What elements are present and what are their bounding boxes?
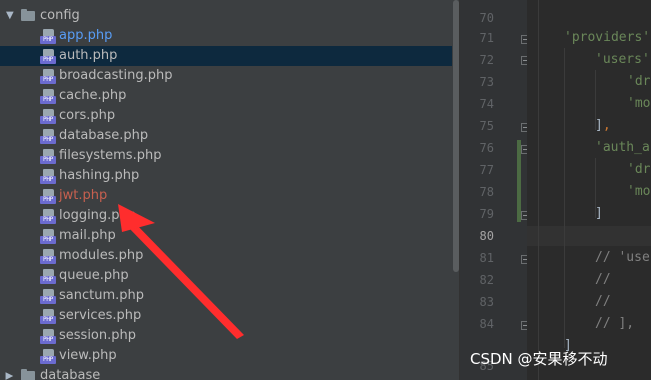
line-number: 81 bbox=[479, 251, 494, 265]
project-tree-panel: ▼ config PHP app.php PHP auth.php PHP br… bbox=[0, 0, 452, 380]
tree-file-cache[interactable]: PHP cache.php bbox=[0, 86, 452, 106]
file-label: jwt.php bbox=[59, 188, 108, 203]
file-label: app.php bbox=[59, 28, 113, 43]
code-line-74: 'mo bbox=[627, 96, 651, 111]
line-number: 83 bbox=[479, 295, 494, 309]
code-line-76: 'auth_a bbox=[595, 140, 650, 155]
code-line-71: 'providers' = bbox=[564, 30, 651, 45]
php-file-icon: PHP bbox=[40, 89, 56, 104]
code-line-75: ], bbox=[595, 118, 611, 133]
tree-file-logging[interactable]: PHP logging.php bbox=[0, 206, 452, 226]
php-file-icon: PHP bbox=[40, 349, 56, 364]
line-number: 75 bbox=[479, 119, 494, 133]
tree-file-modules[interactable]: PHP modules.php bbox=[0, 246, 452, 266]
tree-file-auth[interactable]: PHP auth.php bbox=[0, 46, 452, 66]
php-file-icon: PHP bbox=[40, 49, 56, 64]
code-line-73: 'dr bbox=[627, 74, 651, 89]
php-file-icon: PHP bbox=[40, 129, 56, 144]
tree-folder-database[interactable]: ▼ database bbox=[0, 366, 452, 380]
line-number: 76 bbox=[479, 141, 494, 155]
tree-file-hashing[interactable]: PHP hashing.php bbox=[0, 166, 452, 186]
line-number: 79 bbox=[479, 207, 494, 221]
indent-guide bbox=[538, 0, 539, 380]
tree-file-view[interactable]: PHP view.php bbox=[0, 346, 452, 366]
file-label: database.php bbox=[59, 128, 149, 143]
file-label: view.php bbox=[59, 348, 117, 363]
file-label: services.php bbox=[59, 308, 142, 323]
line-number: 72 bbox=[479, 53, 494, 67]
php-file-icon: PHP bbox=[40, 189, 56, 204]
file-label: auth.php bbox=[59, 48, 118, 63]
tree-file-broadcasting[interactable]: PHP broadcasting.php bbox=[0, 66, 452, 86]
php-file-icon: PHP bbox=[40, 209, 56, 224]
code-line-77: 'dr bbox=[627, 162, 651, 177]
current-line-highlight bbox=[527, 226, 651, 246]
file-label: hashing.php bbox=[59, 168, 140, 183]
tree-file-session[interactable]: PHP session.php bbox=[0, 326, 452, 346]
tree-file-database[interactable]: PHP database.php bbox=[0, 126, 452, 146]
tree-file-app[interactable]: PHP app.php bbox=[0, 26, 452, 46]
php-file-icon: PHP bbox=[40, 229, 56, 244]
file-label: filesystems.php bbox=[59, 148, 162, 163]
code-line-78: 'mo bbox=[627, 184, 651, 199]
watermark: CSDN @安果移不动 bbox=[470, 350, 608, 368]
code-line-79: ] bbox=[595, 206, 603, 221]
php-file-icon: PHP bbox=[40, 249, 56, 264]
php-file-icon: PHP bbox=[40, 289, 56, 304]
php-file-icon: PHP bbox=[40, 269, 56, 284]
line-number: 82 bbox=[479, 273, 494, 287]
php-file-icon: PHP bbox=[40, 149, 56, 164]
file-label: broadcasting.php bbox=[59, 68, 173, 83]
chevron-right-icon[interactable]: ▼ bbox=[0, 372, 20, 380]
folder-icon bbox=[21, 9, 35, 21]
code-line-81: // 'use bbox=[595, 250, 650, 265]
file-label: cors.php bbox=[59, 108, 116, 123]
tree-file-services[interactable]: PHP services.php bbox=[0, 306, 452, 326]
line-number: 78 bbox=[479, 185, 494, 199]
code-editor[interactable]: ' 'providers' = 'users' = 'dr 'mo ], 'au… bbox=[527, 0, 651, 380]
folder-label: config bbox=[40, 8, 80, 23]
file-label: logging.php bbox=[59, 208, 137, 223]
tree-file-jwt[interactable]: PHP jwt.php bbox=[0, 186, 452, 206]
php-file-icon: PHP bbox=[40, 29, 56, 44]
line-number: 70 bbox=[479, 11, 494, 25]
file-label: modules.php bbox=[59, 248, 144, 263]
php-file-icon: PHP bbox=[40, 69, 56, 84]
code-line-84: // ], bbox=[595, 316, 635, 331]
indent-guide bbox=[564, 48, 565, 348]
tree-file-filesystems[interactable]: PHP filesystems.php bbox=[0, 146, 452, 166]
file-label: session.php bbox=[59, 328, 136, 343]
code-line-83: // bbox=[595, 294, 611, 309]
file-label: mail.php bbox=[59, 228, 116, 243]
tree-scrollbar[interactable] bbox=[452, 0, 459, 380]
chevron-down-icon[interactable]: ▼ bbox=[6, 6, 14, 26]
vcs-change-marker[interactable] bbox=[517, 140, 521, 222]
php-file-icon: PHP bbox=[40, 169, 56, 184]
line-number: 84 bbox=[479, 317, 494, 331]
tree-file-queue[interactable]: PHP queue.php bbox=[0, 266, 452, 286]
tree-folder-config[interactable]: ▼ config bbox=[0, 6, 452, 26]
line-number: 71 bbox=[479, 31, 494, 45]
code-line-69: ' bbox=[571, 0, 579, 8]
file-label: cache.php bbox=[59, 88, 127, 103]
php-file-icon: PHP bbox=[40, 109, 56, 124]
code-line-72: 'users' = bbox=[595, 52, 650, 67]
file-label: sanctum.php bbox=[59, 288, 145, 303]
line-number-current: 80 bbox=[479, 229, 494, 243]
tree-file-sanctum[interactable]: PHP sanctum.php bbox=[0, 286, 452, 306]
php-file-icon: PHP bbox=[40, 309, 56, 324]
line-number: 73 bbox=[479, 75, 494, 89]
folder-icon bbox=[21, 369, 35, 380]
folder-label: database bbox=[40, 368, 101, 380]
line-number: 77 bbox=[479, 163, 494, 177]
php-file-icon: PHP bbox=[40, 329, 56, 344]
file-label: queue.php bbox=[59, 268, 129, 283]
tree-file-mail[interactable]: PHP mail.php bbox=[0, 226, 452, 246]
tree-file-cors[interactable]: PHP cors.php bbox=[0, 106, 452, 126]
code-line-82: // bbox=[595, 272, 611, 287]
line-number: 74 bbox=[479, 97, 494, 111]
